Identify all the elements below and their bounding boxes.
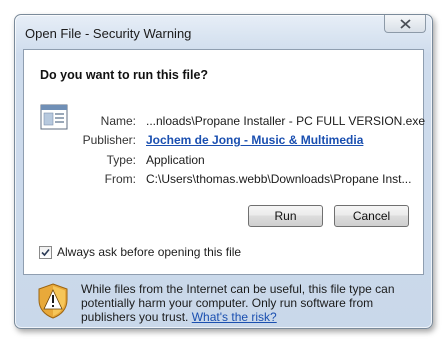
type-value: Application xyxy=(146,153,205,167)
close-button[interactable] xyxy=(384,15,426,33)
always-ask-checkbox[interactable] xyxy=(39,246,52,259)
whats-the-risk-link[interactable]: What's the risk? xyxy=(192,310,277,324)
name-value: ...nloads\Propane Installer - PC FULL VE… xyxy=(146,114,426,128)
from-row: From: C:\Users\thomas.webb\Downloads\Pro… xyxy=(24,172,425,188)
name-row: Name: ...nloads\Propane Installer - PC F… xyxy=(24,114,425,130)
security-warning-dialog: Open File - Security Warning Do you want… xyxy=(14,14,433,329)
type-row: Type: Application xyxy=(24,153,425,169)
close-icon xyxy=(399,18,411,29)
window-title: Open File - Security Warning xyxy=(25,26,192,41)
from-value: C:\Users\thomas.webb\Downloads\Propane I… xyxy=(146,172,412,186)
publisher-row: Publisher: Jochem de Jong - Music & Mult… xyxy=(24,133,425,149)
checkmark-icon xyxy=(41,248,50,257)
publisher-label: Publisher: xyxy=(82,133,136,147)
warning-area: While files from the Internet can be use… xyxy=(23,275,424,325)
run-question: Do you want to run this file? xyxy=(40,68,209,82)
dialog-content: Do you want to run this file? Name: ...n… xyxy=(23,49,425,275)
type-label: Type: xyxy=(106,153,136,167)
title-bar[interactable]: Open File - Security Warning xyxy=(15,15,432,49)
shield-warning-icon xyxy=(38,283,68,319)
always-ask-label[interactable]: Always ask before opening this file xyxy=(57,245,241,259)
cancel-button[interactable]: Cancel xyxy=(334,205,409,227)
publisher-link[interactable]: Jochem de Jong - Music & Multimedia xyxy=(146,133,363,147)
from-label: From: xyxy=(104,172,136,186)
run-button[interactable]: Run xyxy=(248,205,323,227)
warning-message: While files from the Internet can be use… xyxy=(81,282,416,324)
name-label: Name: xyxy=(100,114,136,128)
